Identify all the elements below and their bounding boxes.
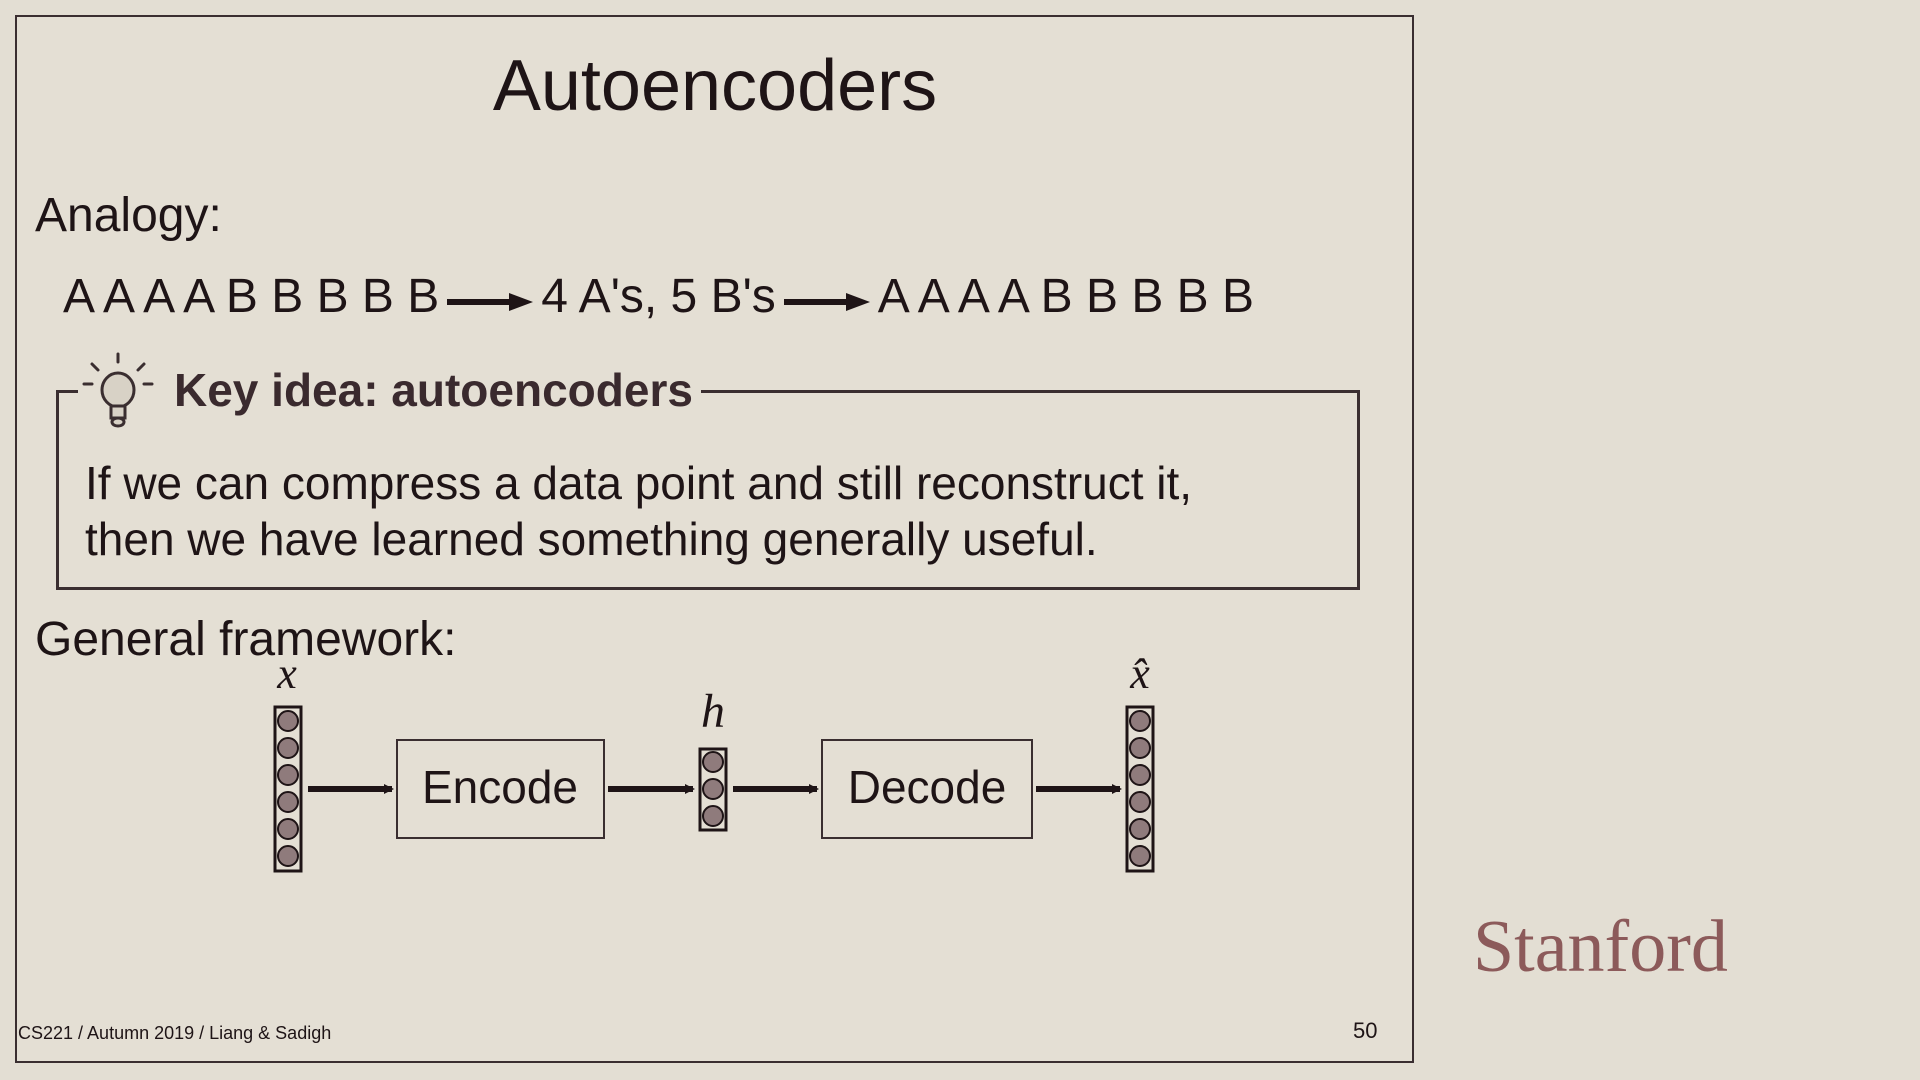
decode-label: Decode xyxy=(848,761,1007,813)
neuron-unit xyxy=(1129,845,1151,867)
output-vector xyxy=(1125,705,1155,873)
neuron-unit xyxy=(1129,791,1151,813)
neuron-unit xyxy=(702,778,724,800)
neuron-unit xyxy=(1129,764,1151,786)
neuron-unit xyxy=(1129,818,1151,840)
hidden-symbol: h xyxy=(701,685,725,738)
neuron-unit xyxy=(277,791,299,813)
input-vector xyxy=(273,705,303,873)
input-symbol: x xyxy=(276,649,297,698)
neuron-unit xyxy=(277,737,299,759)
neuron-unit xyxy=(1129,710,1151,732)
hidden-vector xyxy=(698,747,728,832)
neuron-unit xyxy=(277,764,299,786)
stanford-logo: Stanford xyxy=(1473,906,1728,988)
neuron-unit xyxy=(702,751,724,773)
encode-label: Encode xyxy=(422,761,578,813)
neuron-unit xyxy=(702,805,724,827)
output-symbol: x̂ xyxy=(1129,649,1150,698)
neuron-unit xyxy=(1129,737,1151,759)
neuron-unit xyxy=(277,710,299,732)
page-number: 50 xyxy=(1353,1018,1378,1043)
neuron-unit xyxy=(277,818,299,840)
slide-footer: CS221 / Autumn 2019 / Liang & Sadigh xyxy=(18,1023,332,1043)
neuron-unit xyxy=(277,845,299,867)
